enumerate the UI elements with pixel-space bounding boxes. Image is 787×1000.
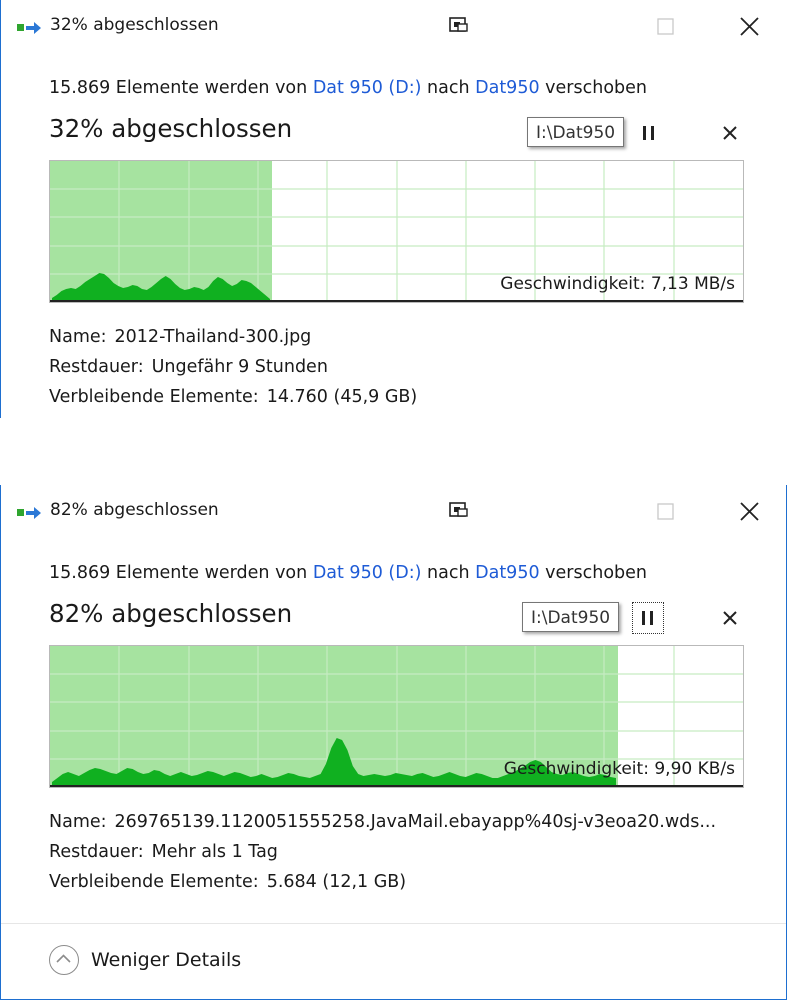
close-icon — [740, 17, 759, 36]
speed-value: 9,90 KB/s — [654, 759, 735, 779]
maximize-button[interactable] — [645, 10, 685, 44]
description-suffix: verschoben — [545, 78, 647, 98]
close-window-button[interactable] — [729, 10, 769, 44]
close-icon — [740, 502, 759, 521]
name-row: Name: 269765139.1120051555258.JavaMail.eb… — [49, 807, 716, 837]
cancel-button[interactable] — [716, 120, 744, 146]
compact-view-button[interactable] — [439, 10, 479, 44]
percent-complete: 82% abgeschlossen — [49, 599, 293, 628]
name-value: 269765139.1120051555258.JavaMail.ebayapp… — [114, 812, 717, 832]
description-suffix: verschoben — [545, 563, 647, 583]
pause-button[interactable] — [632, 602, 664, 634]
title-bar: 32% abgeschlossen — [1, 0, 787, 56]
remaining-items-value: 5.684 (12,1 GB) — [266, 872, 407, 892]
remaining-items-label: Verbleibende Elemente: — [49, 387, 259, 407]
details-list: Name: 269765139.1120051555258.JavaMail.eb… — [49, 807, 716, 897]
cancel-icon — [723, 611, 737, 625]
remaining-time-row: Restdauer: Ungefähr 9 Stunden — [49, 352, 417, 382]
source-link[interactable]: Dat 950 (D:) — [313, 78, 422, 98]
path-tooltip: I:\Dat950 — [522, 602, 620, 632]
pause-button[interactable] — [634, 118, 664, 148]
remaining-time-row: Restdauer: Mehr als 1 Tag — [49, 837, 716, 867]
close-window-button[interactable] — [729, 495, 769, 529]
details-list: Name: 2012-Thailand-300.jpg Restdauer: Ung… — [49, 322, 417, 412]
name-label: Name: — [49, 327, 107, 347]
remaining-time-value: Ungefähr 9 Stunden — [151, 357, 328, 377]
move-files-icon — [17, 507, 41, 519]
speed-label: Geschwindigkeit: — [500, 274, 646, 294]
pause-icon — [642, 611, 653, 625]
chevron-up-circle-icon — [49, 945, 79, 975]
name-value: 2012-Thailand-300.jpg — [114, 327, 312, 347]
window-title: 32% abgeschlossen — [50, 15, 219, 35]
speed-readout: Geschwindigkeit: 9,90 KB/s — [504, 759, 735, 779]
speed-readout: Geschwindigkeit: 7,13 MB/s — [500, 274, 735, 294]
operation-description: 15.869 Elemente werden von Dat 950 (D:) … — [49, 563, 647, 583]
description-middle: nach — [427, 563, 470, 583]
source-link[interactable]: Dat 950 (D:) — [313, 563, 422, 583]
title-bar: 82% abgeschlossen — [1, 485, 786, 541]
compact-view-icon — [449, 17, 468, 32]
remaining-items-row: Verbleibende Elemente: 5.684 (12,1 GB) — [49, 867, 716, 897]
remaining-time-label: Restdauer: — [49, 842, 144, 862]
description-middle: nach — [427, 78, 470, 98]
less-details-button[interactable]: Weniger Details — [49, 942, 241, 978]
window-title: 82% abgeschlossen — [50, 500, 219, 520]
description-prefix: 15.869 Elemente werden von — [49, 78, 308, 98]
footer-divider — [1, 923, 786, 924]
cancel-button[interactable] — [716, 605, 744, 631]
path-tooltip: I:\Dat950 — [527, 117, 625, 147]
speed-graph: Geschwindigkeit: 7,13 MB/s — [49, 160, 744, 303]
target-link[interactable]: Dat950 — [475, 78, 539, 98]
remaining-time-value: Mehr als 1 Tag — [151, 842, 278, 862]
less-details-label: Weniger Details — [91, 949, 242, 971]
move-files-icon — [17, 22, 41, 34]
name-label: Name: — [49, 812, 107, 832]
speed-label: Geschwindigkeit: — [503, 759, 649, 779]
target-link[interactable]: Dat950 — [475, 563, 539, 583]
remaining-items-label: Verbleibende Elemente: — [49, 872, 259, 892]
compact-view-button[interactable] — [439, 495, 479, 529]
name-row: Name: 2012-Thailand-300.jpg — [49, 322, 417, 352]
percent-complete: 32% abgeschlossen — [49, 114, 293, 143]
pause-icon — [643, 126, 654, 140]
speed-value: 7,13 MB/s — [650, 274, 735, 294]
copy-progress-dialog: 32% abgeschlossen 15.869 Elemente werden… — [0, 0, 787, 418]
compact-view-icon — [449, 502, 468, 517]
description-prefix: 15.869 Elemente werden von — [49, 563, 308, 583]
remaining-time-label: Restdauer: — [49, 357, 144, 377]
maximize-icon — [657, 503, 674, 520]
remaining-items-value: 14.760 (45,9 GB) — [266, 387, 418, 407]
speed-graph: Geschwindigkeit: 9,90 KB/s — [49, 645, 744, 788]
maximize-button[interactable] — [645, 495, 685, 529]
operation-description: 15.869 Elemente werden von Dat 950 (D:) … — [49, 78, 647, 98]
maximize-icon — [657, 18, 674, 35]
copy-progress-dialog: 82% abgeschlossen 15.869 Elemente werden… — [0, 485, 787, 1000]
cancel-icon — [723, 126, 737, 140]
remaining-items-row: Verbleibende Elemente: 14.760 (45,9 GB) — [49, 382, 417, 412]
